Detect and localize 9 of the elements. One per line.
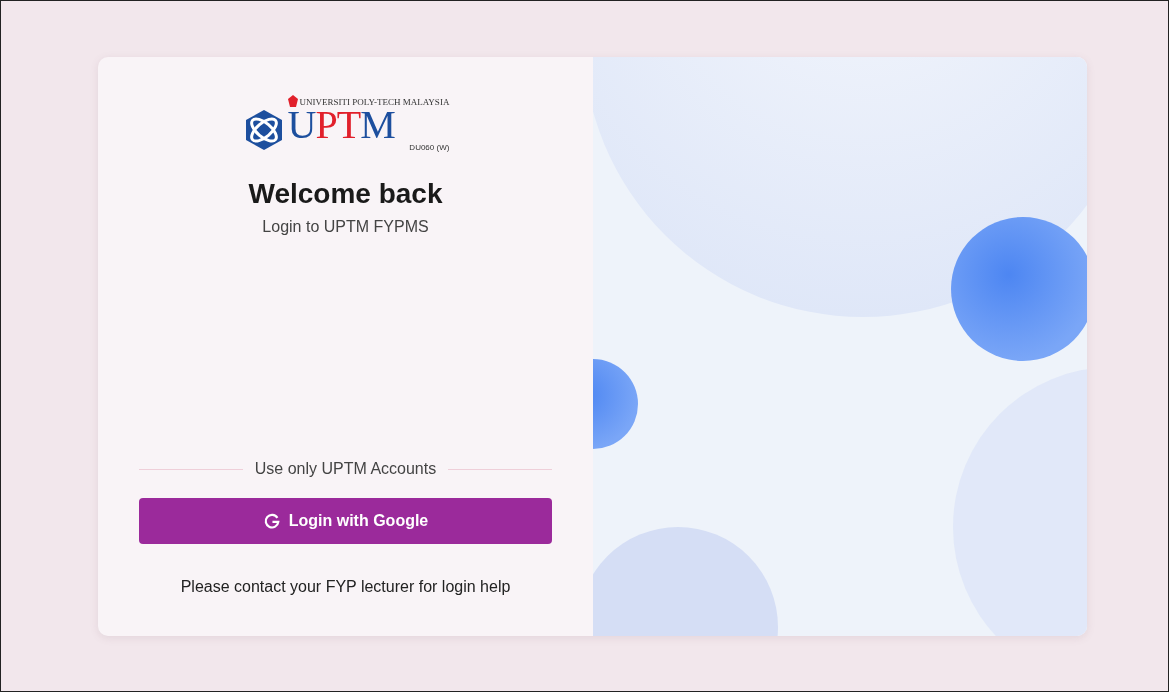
logo-registration-code: DU060 (W) bbox=[409, 143, 450, 152]
google-login-button[interactable]: Login with Google bbox=[139, 498, 552, 544]
google-g-icon bbox=[262, 512, 281, 530]
logo-wordmark: UPTM bbox=[287, 107, 395, 143]
logo-tagline: UNIVERSITI POLY-TECH MALAYSIA bbox=[299, 97, 450, 107]
welcome-heading: Welcome back bbox=[248, 178, 443, 210]
divider-label: Use only UPTM Accounts bbox=[254, 460, 437, 478]
login-help-text: Please contact your FYP lecturer for login help bbox=[180, 578, 511, 596]
login-subtitle: Login to UPTM FYPMS bbox=[262, 218, 429, 236]
